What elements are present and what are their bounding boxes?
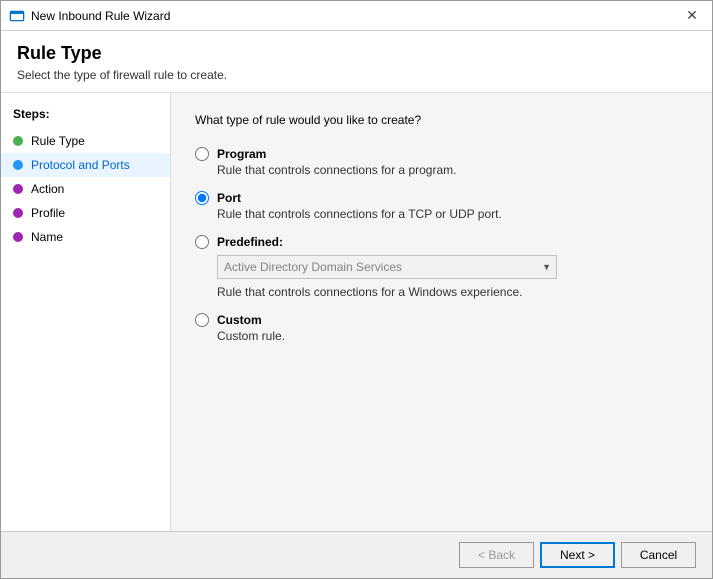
step-dot-protocol bbox=[13, 160, 23, 170]
radio-custom[interactable] bbox=[195, 313, 209, 327]
footer: < Back Next > Cancel bbox=[1, 531, 712, 578]
step-dot-profile bbox=[13, 208, 23, 218]
option-port-header: Port bbox=[195, 191, 688, 205]
sidebar-item-protocol-ports[interactable]: Protocol and Ports bbox=[1, 153, 170, 177]
label-port[interactable]: Port bbox=[217, 191, 241, 205]
desc-port: Rule that controls connections for a TCP… bbox=[217, 207, 688, 221]
back-button[interactable]: < Back bbox=[459, 542, 534, 568]
option-predefined-header: Predefined: bbox=[195, 235, 688, 249]
window-icon bbox=[9, 8, 25, 24]
sidebar-label-rule-type: Rule Type bbox=[31, 134, 85, 148]
predefined-select[interactable]: Active Directory Domain Services bbox=[217, 255, 557, 279]
radio-predefined[interactable] bbox=[195, 235, 209, 249]
next-button[interactable]: Next > bbox=[540, 542, 615, 568]
sidebar-item-profile[interactable]: Profile bbox=[1, 201, 170, 225]
content-area: Rule Type Select the type of firewall ru… bbox=[1, 31, 712, 531]
step-dot-action bbox=[13, 184, 23, 194]
option-custom-header: Custom bbox=[195, 313, 688, 327]
desc-program: Rule that controls connections for a pro… bbox=[217, 163, 688, 177]
page-subtitle: Select the type of firewall rule to crea… bbox=[17, 68, 696, 82]
option-program: Program Rule that controls connections f… bbox=[195, 147, 688, 177]
radio-program[interactable] bbox=[195, 147, 209, 161]
steps-label: Steps: bbox=[1, 103, 170, 129]
predefined-select-container: Active Directory Domain Services bbox=[217, 255, 557, 279]
question-text: What type of rule would you like to crea… bbox=[195, 113, 688, 127]
option-program-header: Program bbox=[195, 147, 688, 161]
cancel-button[interactable]: Cancel bbox=[621, 542, 696, 568]
wizard-window: New Inbound Rule Wizard ✕ Rule Type Sele… bbox=[0, 0, 713, 579]
sidebar-label-name: Name bbox=[31, 230, 63, 244]
sidebar-item-action[interactable]: Action bbox=[1, 177, 170, 201]
sidebar: Steps: Rule Type Protocol and Ports Acti… bbox=[1, 93, 171, 531]
sidebar-item-rule-type[interactable]: Rule Type bbox=[1, 129, 170, 153]
option-predefined: Predefined: Active Directory Domain Serv… bbox=[195, 235, 688, 299]
main-panel: What type of rule would you like to crea… bbox=[171, 93, 712, 531]
sidebar-label-protocol: Protocol and Ports bbox=[31, 158, 130, 172]
sidebar-label-action: Action bbox=[31, 182, 64, 196]
label-program[interactable]: Program bbox=[217, 147, 266, 161]
step-dot-name bbox=[13, 232, 23, 242]
sidebar-label-profile: Profile bbox=[31, 206, 65, 220]
title-bar-left: New Inbound Rule Wizard bbox=[9, 8, 170, 24]
page-title: Rule Type bbox=[17, 43, 696, 64]
rule-options: Program Rule that controls connections f… bbox=[195, 147, 688, 343]
predefined-dropdown-wrapper: Active Directory Domain Services bbox=[217, 255, 688, 279]
main-body: Steps: Rule Type Protocol and Ports Acti… bbox=[1, 93, 712, 531]
option-port: Port Rule that controls connections for … bbox=[195, 191, 688, 221]
desc-predefined: Rule that controls connections for a Win… bbox=[217, 285, 688, 299]
title-bar: New Inbound Rule Wizard ✕ bbox=[1, 1, 712, 31]
sidebar-item-name[interactable]: Name bbox=[1, 225, 170, 249]
page-header: Rule Type Select the type of firewall ru… bbox=[1, 31, 712, 93]
label-predefined[interactable]: Predefined: bbox=[217, 235, 283, 249]
option-custom: Custom Custom rule. bbox=[195, 313, 688, 343]
desc-custom: Custom rule. bbox=[217, 329, 688, 343]
radio-port[interactable] bbox=[195, 191, 209, 205]
label-custom[interactable]: Custom bbox=[217, 313, 262, 327]
close-button[interactable]: ✕ bbox=[680, 4, 704, 28]
window-title: New Inbound Rule Wizard bbox=[31, 9, 170, 23]
step-dot-rule-type bbox=[13, 136, 23, 146]
